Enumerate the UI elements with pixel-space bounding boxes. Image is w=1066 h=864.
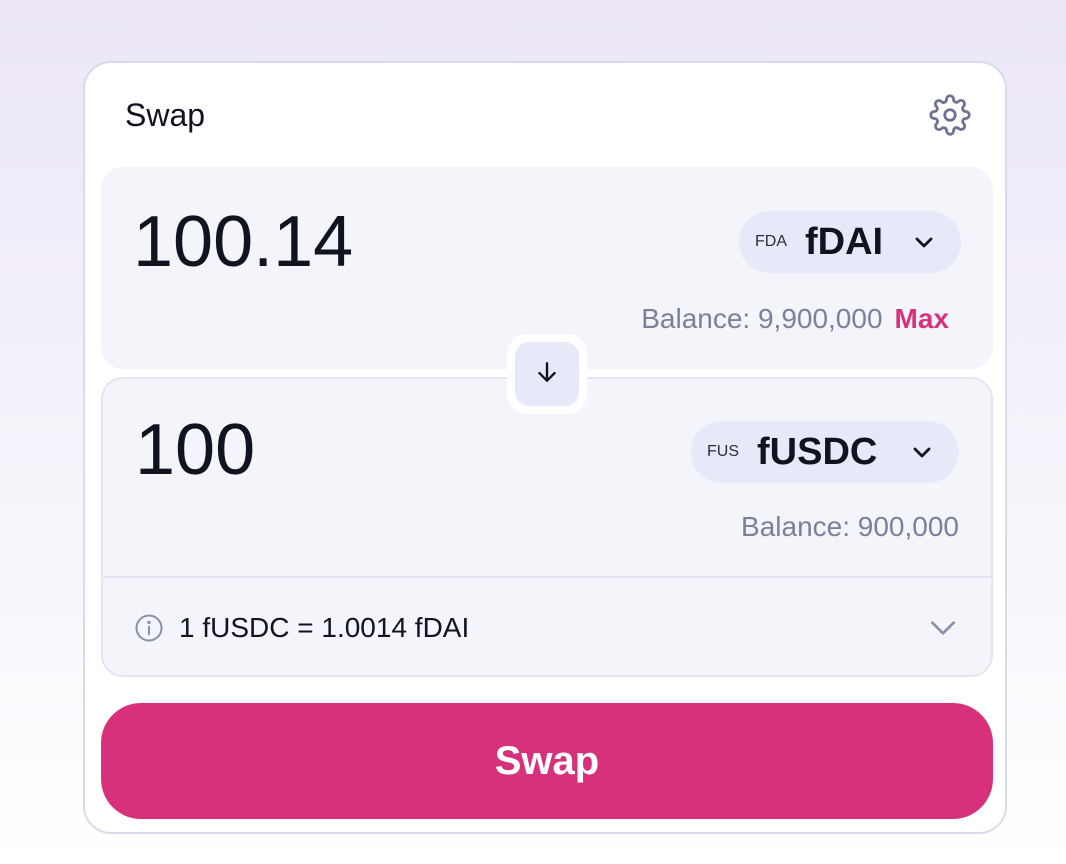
from-balance: Balance: 9,900,000	[641, 303, 883, 334]
settings-button[interactable]	[927, 93, 973, 141]
max-button[interactable]: Max	[895, 303, 949, 335]
to-balance: Balance: 900,000	[741, 511, 959, 542]
to-amount-input[interactable]	[135, 409, 555, 491]
to-panel: FUS fUSDC Balance: 900,000 1 fUSDC = 1.0…	[101, 377, 993, 677]
arrow-down-icon	[534, 359, 560, 390]
exchange-rate-text: 1 fUSDC = 1.0014 fDAI	[179, 611, 470, 643]
to-token-symbol: fUSDC	[757, 430, 878, 473]
from-amount-input[interactable]	[133, 201, 553, 283]
swap-card: Swap FDA fDAI Balance: 9,900,000 Max	[83, 61, 1007, 834]
to-token-icon: FUS	[707, 443, 739, 460]
from-token-select[interactable]: FDA fDAI	[739, 211, 961, 273]
gear-icon	[929, 93, 971, 141]
switch-button-wrap	[507, 334, 587, 414]
chevron-down-icon	[911, 229, 937, 255]
switch-tokens-button[interactable]	[515, 342, 579, 406]
from-token-icon: FDA	[755, 233, 787, 250]
from-balance-row: Balance: 9,900,000 Max	[641, 303, 949, 335]
to-balance-row: Balance: 900,000	[741, 511, 959, 543]
chevron-down-icon[interactable]	[925, 610, 961, 646]
info-icon	[133, 612, 165, 644]
card-title: Swap	[125, 97, 206, 133]
chevron-down-icon	[909, 439, 935, 465]
to-token-select[interactable]: FUS fUSDC	[691, 421, 959, 483]
rate-row[interactable]: 1 fUSDC = 1.0014 fDAI	[103, 578, 991, 677]
swap-button[interactable]: Swap	[101, 703, 993, 819]
from-token-symbol: fDAI	[805, 220, 884, 263]
